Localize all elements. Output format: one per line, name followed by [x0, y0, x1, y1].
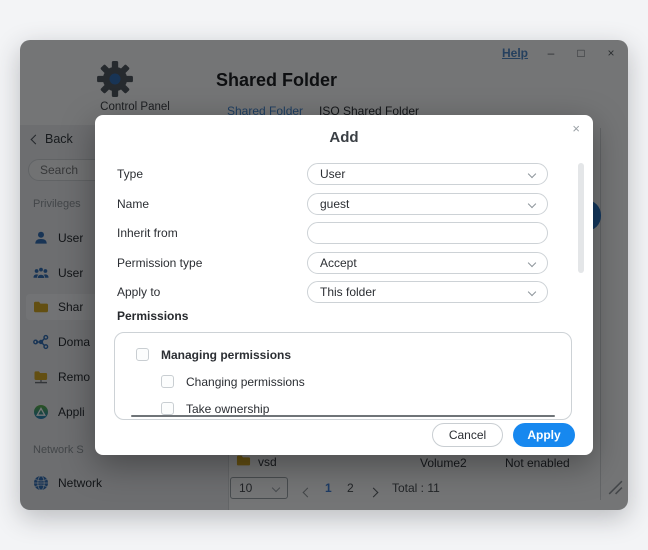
name-value: guest: [320, 197, 349, 211]
chevron-down-icon: [528, 170, 536, 178]
chevron-down-icon: [528, 259, 536, 267]
field-label-apply-to: Apply to: [117, 285, 160, 299]
managing-permissions-checkbox[interactable]: [136, 348, 149, 361]
permission-type-value: Accept: [320, 256, 357, 270]
add-dialog: × Add Type User Name guest Inherit from …: [95, 115, 593, 455]
take-ownership-checkbox[interactable]: [161, 402, 174, 415]
field-label-name: Name: [117, 197, 149, 211]
field-label-permission-type: Permission type: [117, 256, 202, 270]
field-label-inherit-from: Inherit from: [117, 226, 178, 240]
permission-type-select[interactable]: Accept: [307, 252, 548, 274]
screen: Help – □ × Control Panel: [0, 0, 648, 550]
permissions-divider: [131, 415, 555, 417]
inherit-from-input[interactable]: [307, 222, 548, 244]
dialog-title: Add: [95, 129, 593, 146]
changing-permissions-checkbox[interactable]: [161, 375, 174, 388]
permissions-box: Managing permissions Changing permission…: [114, 332, 572, 420]
chevron-down-icon: [528, 200, 536, 208]
type-value: User: [320, 167, 345, 181]
cancel-button[interactable]: Cancel: [432, 423, 503, 447]
permission-label: Take ownership: [186, 402, 269, 416]
permissions-section-label: Permissions: [117, 309, 188, 323]
dialog-scrollbar[interactable]: [578, 163, 584, 273]
field-label-type: Type: [117, 167, 143, 181]
permission-label: Managing permissions: [161, 348, 291, 362]
apply-button[interactable]: Apply: [513, 423, 575, 447]
apply-to-select[interactable]: This folder: [307, 281, 548, 303]
name-select[interactable]: guest: [307, 193, 548, 215]
apply-to-value: This folder: [320, 285, 376, 299]
type-select[interactable]: User: [307, 163, 548, 185]
permission-label: Changing permissions: [186, 375, 305, 389]
chevron-down-icon: [528, 288, 536, 296]
